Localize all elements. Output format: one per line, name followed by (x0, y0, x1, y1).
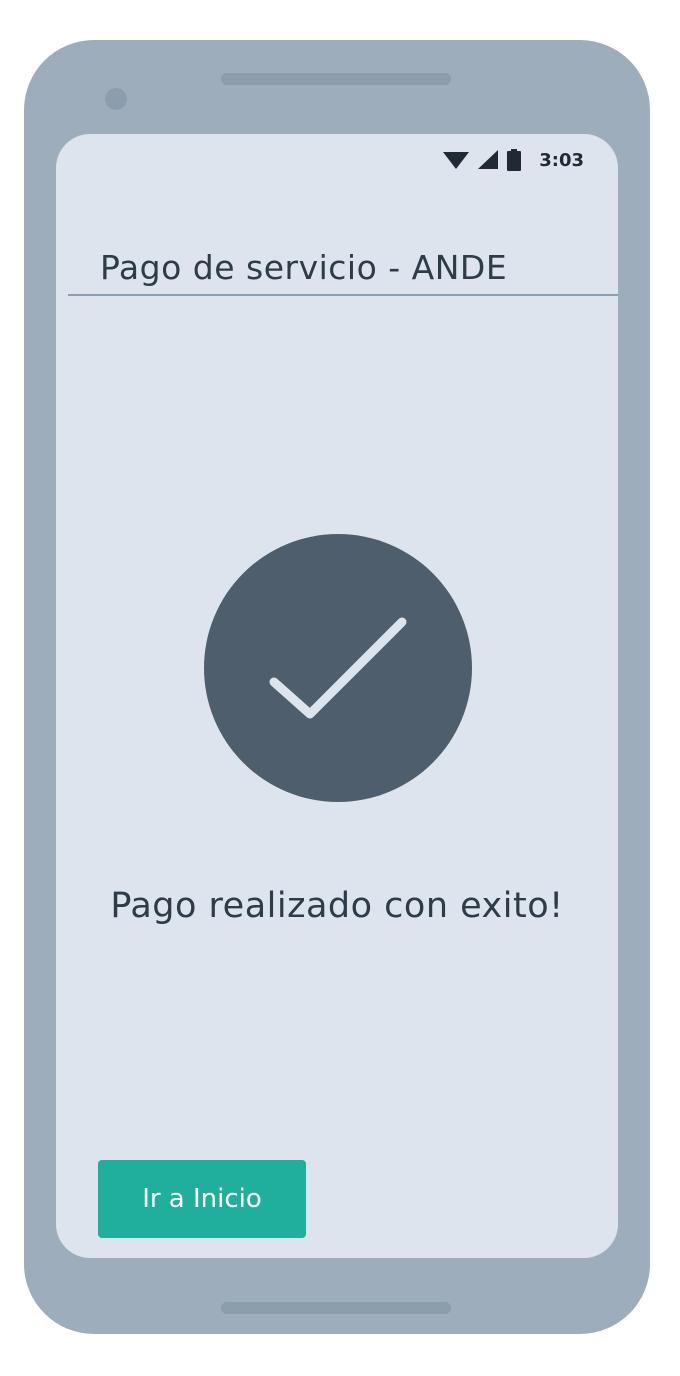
cell-signal-icon (478, 150, 499, 169)
check-circle-icon (204, 534, 472, 802)
success-message: Pago realizado con exito! (110, 886, 564, 926)
speaker-grille (221, 73, 451, 85)
status-time: 3:03 (539, 149, 584, 171)
title-divider (68, 294, 618, 296)
phone-frame: 3:03 Pago de servicio - ANDE Pago realiz… (24, 40, 650, 1334)
battery-icon (507, 149, 522, 171)
screen: 3:03 Pago de servicio - ANDE Pago realiz… (56, 134, 618, 1258)
page-title: Pago de servicio - ANDE (100, 248, 508, 287)
home-indicator (221, 1302, 451, 1314)
camera-icon (105, 88, 127, 110)
go-home-button[interactable]: Ir a Inicio (98, 1160, 306, 1238)
status-bar: 3:03 (443, 144, 584, 176)
wifi-icon (443, 152, 470, 169)
